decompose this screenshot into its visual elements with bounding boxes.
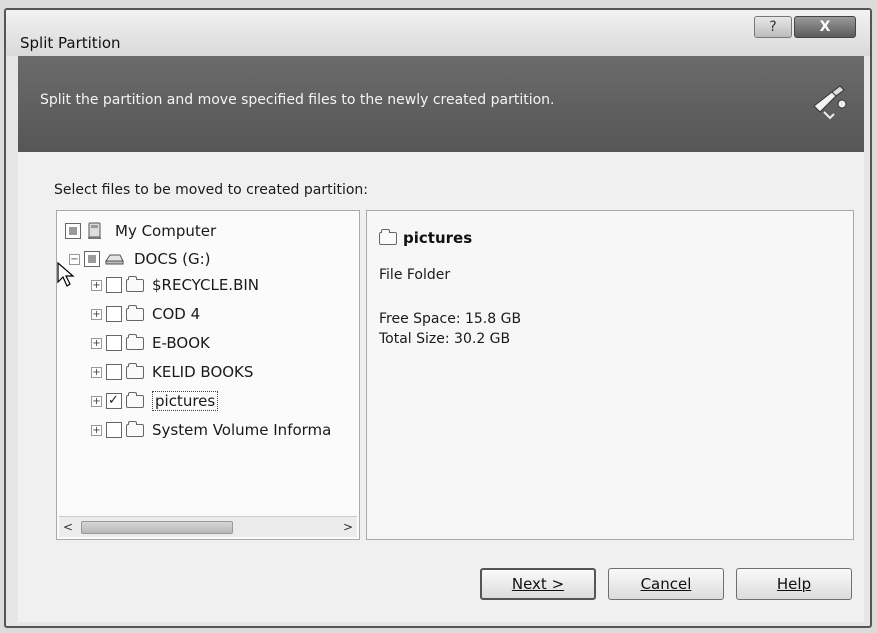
folder-icon — [126, 362, 144, 379]
tree-item-folder-selected[interactable]: + pictures — [91, 389, 219, 413]
dialog-content: Select files to be moved to created part… — [18, 152, 864, 622]
tree-item-label: pictures — [152, 391, 219, 411]
expand-toggle[interactable]: + — [91, 337, 102, 349]
details-pane: pictures File Folder Free Space: 15.8 GB… — [366, 210, 854, 540]
next-button[interactable]: Next > — [480, 568, 596, 600]
folder-icon — [379, 228, 397, 245]
details-type: File Folder — [379, 267, 451, 283]
expand-toggle[interactable]: + — [91, 308, 102, 320]
details-name: pictures — [403, 229, 473, 247]
expand-toggle[interactable]: + — [91, 279, 102, 291]
select-files-prompt: Select files to be moved to created part… — [54, 182, 369, 198]
help-button[interactable]: Help — [736, 568, 852, 600]
dialog-title: Split Partition — [20, 34, 121, 52]
tree-item-folder[interactable]: + COD 4 — [91, 302, 200, 326]
tree-item-folder[interactable]: + $RECYCLE.BIN — [91, 273, 259, 297]
details-total-size: Total Size: 30.2 GB — [379, 331, 511, 347]
docs-drive-checkbox[interactable] — [84, 251, 100, 267]
folder-icon — [126, 391, 144, 408]
folder-icon — [126, 333, 144, 350]
folder-checkbox[interactable] — [106, 335, 122, 351]
folder-checkbox[interactable] — [106, 277, 122, 293]
title-bar: Split Partition ? X — [6, 10, 870, 56]
scroll-thumb[interactable] — [81, 521, 233, 534]
mouse-cursor-icon — [57, 262, 75, 287]
close-button[interactable]: X — [794, 16, 856, 38]
my-computer-checkbox[interactable] — [65, 223, 81, 239]
folder-checkbox[interactable] — [106, 364, 122, 380]
tree-item-label: $RECYCLE.BIN — [152, 276, 260, 294]
tree-item-label: COD 4 — [152, 305, 201, 323]
tree-item-folder[interactable]: + KELID BOOKS — [91, 360, 253, 384]
folder-checkbox[interactable] — [106, 306, 122, 322]
tree-item-label: My Computer — [115, 222, 217, 240]
scroll-left-arrow[interactable]: < — [59, 517, 77, 537]
tree-item-folder[interactable]: + System Volume Informa — [91, 418, 331, 442]
banner-description: Split the partition and move specified f… — [40, 92, 555, 108]
split-partition-dialog: Split Partition ? X Split the partition … — [4, 8, 872, 628]
tree-item-docs-drive[interactable]: − DOCS (G:) — [69, 247, 211, 271]
cancel-button[interactable]: Cancel — [608, 568, 724, 600]
folder-icon — [126, 420, 144, 437]
horizontal-scrollbar[interactable]: < > — [59, 516, 357, 537]
details-title: pictures — [379, 228, 473, 247]
tree-item-label: KELID BOOKS — [152, 363, 254, 381]
expand-toggle[interactable]: + — [91, 424, 102, 436]
header-banner: Split the partition and move specified f… — [18, 56, 864, 153]
wizard-icon — [813, 85, 847, 120]
expand-toggle[interactable]: + — [91, 395, 102, 407]
tree-item-folder[interactable]: + E-BOOK — [91, 331, 210, 355]
folder-icon — [126, 275, 144, 292]
tree-item-label: System Volume Informa — [152, 421, 332, 439]
folder-icon — [126, 304, 144, 321]
folder-checkbox[interactable] — [106, 422, 122, 438]
expand-toggle[interactable]: + — [91, 366, 102, 378]
help-title-button[interactable]: ? — [754, 16, 792, 38]
drive-icon — [105, 254, 124, 265]
scroll-right-arrow[interactable]: > — [339, 517, 357, 537]
tree-item-label: DOCS (G:) — [134, 250, 211, 268]
folder-tree[interactable]: My Computer − DOCS (G:) + $RECYCLE.BIN +… — [56, 210, 360, 540]
folder-checkbox-checked[interactable] — [106, 389, 122, 413]
details-free-space: Free Space: 15.8 GB — [379, 311, 522, 327]
tree-item-my-computer[interactable]: My Computer — [65, 219, 216, 243]
computer-icon — [88, 222, 101, 239]
tree-item-label: E-BOOK — [152, 334, 210, 352]
